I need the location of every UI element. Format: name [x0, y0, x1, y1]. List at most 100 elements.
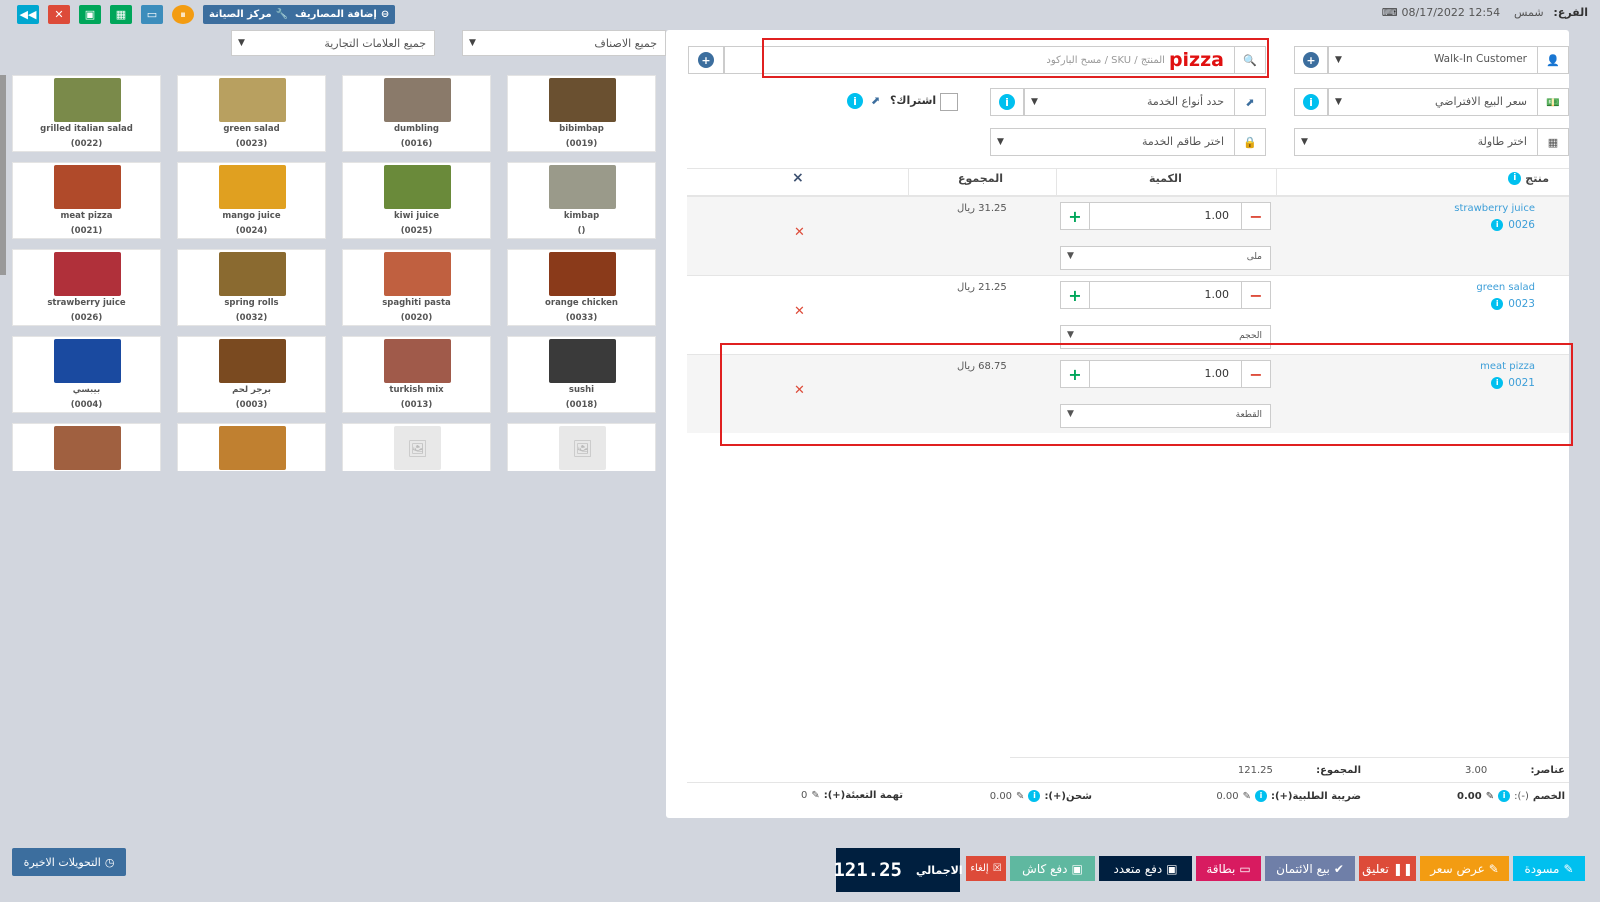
- product-card[interactable]: dumbling (0016): [342, 75, 491, 152]
- chevron-down-icon: ▼: [1067, 251, 1074, 261]
- brand-filter[interactable]: جميع العلامات التجارية ▼: [231, 30, 435, 56]
- draft-button[interactable]: ✎ مسودة: [1513, 856, 1585, 881]
- unit-select[interactable]: ملى ▼: [1060, 246, 1271, 270]
- decrease-qty-button[interactable]: −: [1242, 282, 1270, 308]
- price-group-info[interactable]: i: [1294, 88, 1328, 116]
- order-tax[interactable]: ضريبة الطلبية(+): i ✎ 0.00: [1216, 790, 1361, 802]
- packing-charge[interactable]: تهمة التعبئة(+): ✎ 0: [801, 790, 903, 801]
- product-card[interactable]: برجر لحم (0003): [177, 336, 326, 413]
- product-card[interactable]: orange chicken (0033): [507, 249, 656, 326]
- cash-button[interactable]: ▣ دفع كاش: [1010, 856, 1095, 881]
- decrease-qty-button[interactable]: −: [1242, 203, 1270, 229]
- edit-icon[interactable]: ✎: [1243, 791, 1251, 802]
- product-card[interactable]: kimbap (): [507, 162, 656, 239]
- product-card[interactable]: grilled italian salad (0022): [12, 75, 161, 152]
- credit-card-icon: ▭: [1239, 861, 1251, 876]
- price-group-select[interactable]: سعر البيع الافتراضي ▼: [1328, 88, 1538, 116]
- edit-icon[interactable]: ⬈: [871, 94, 880, 107]
- briefcase-icon[interactable]: ▣: [79, 5, 101, 24]
- quantity-stepper[interactable]: +1.00−: [1060, 281, 1271, 309]
- recent-transactions-button[interactable]: ◷ التحويلات الاخيرة: [12, 848, 126, 876]
- quantity-input[interactable]: 1.00: [1089, 203, 1242, 229]
- product-sku: (0022): [70, 139, 103, 149]
- table-select[interactable]: اختر طاولة ▼: [1294, 128, 1538, 156]
- info-icon[interactable]: i: [847, 93, 863, 109]
- back-icon[interactable]: ◀◀: [17, 5, 39, 24]
- scroll-indicator[interactable]: [0, 75, 6, 275]
- multiple-pay-button[interactable]: ▣ دفع متعدد: [1099, 856, 1192, 881]
- product-card[interactable]: spaghiti pasta (0020): [342, 249, 491, 326]
- product-card[interactable]: turkish mix (0013): [342, 336, 491, 413]
- product-sku: (0033): [565, 313, 598, 323]
- product-card[interactable]: spring rolls (0032): [177, 249, 326, 326]
- quantity-input[interactable]: 1.00: [1089, 282, 1242, 308]
- credit-sale-button[interactable]: ✔ بيع الائتمان: [1265, 856, 1355, 881]
- product-name: meat pizza: [60, 211, 113, 221]
- kimbap-photo: [549, 165, 616, 209]
- product-column-header: منتج i: [1508, 172, 1549, 185]
- shipping[interactable]: شحن(+): i ✎ 0.00: [990, 790, 1092, 802]
- window-icon[interactable]: ▭: [141, 5, 163, 24]
- pause-icon[interactable]: ⏸: [172, 5, 194, 24]
- category-filter[interactable]: جميع الاصناف ▼: [462, 30, 666, 56]
- image-placeholder-icon: 🖼: [394, 426, 441, 470]
- juice-photo: [219, 165, 286, 209]
- quantity-stepper[interactable]: +1.00−: [1060, 202, 1271, 230]
- close-icon[interactable]: ✕: [48, 5, 70, 24]
- increase-qty-button[interactable]: +: [1061, 282, 1089, 308]
- product-card[interactable]: بيبسي (0004): [12, 336, 161, 413]
- increase-qty-button[interactable]: +: [1061, 203, 1089, 229]
- product-card[interactable]: kiwi juice (0025): [342, 162, 491, 239]
- suspend-button[interactable]: ❚❚ تعليق: [1359, 856, 1416, 881]
- add-product-button[interactable]: +: [688, 46, 724, 74]
- clock-icon: ◷: [104, 855, 115, 869]
- customer-select[interactable]: Walk-In Customer ▼: [1328, 46, 1538, 74]
- product-card[interactable]: mango juice (0024): [177, 162, 326, 239]
- chevron-down-icon: ▼: [997, 137, 1004, 147]
- maintenance-center-button[interactable]: 🔧 مركز الصيانة: [203, 5, 295, 24]
- cart-product-name[interactable]: strawberry juice: [1454, 203, 1535, 214]
- product-card[interactable]: [177, 423, 326, 471]
- service-types-info[interactable]: i: [990, 88, 1024, 116]
- product-card[interactable]: 🖼: [342, 423, 491, 471]
- cart-product-name[interactable]: green salad: [1476, 282, 1535, 293]
- product-name: sushi: [568, 385, 595, 395]
- info-icon: i: [1498, 790, 1511, 802]
- edit-icon[interactable]: ✎: [811, 790, 819, 801]
- totals-divider: [1010, 757, 1569, 758]
- add-customer-button[interactable]: +: [1294, 46, 1328, 74]
- info-icon: i: [999, 94, 1015, 110]
- subscription-checkbox[interactable]: [940, 93, 958, 111]
- plus-circle-icon: +: [1303, 52, 1319, 68]
- service-staff-select[interactable]: اختر طاقم الخدمة ▼: [990, 128, 1235, 156]
- product-card[interactable]: bibimbap (0019): [507, 75, 656, 152]
- subtotal: المجموع: 121.25: [1237, 765, 1361, 776]
- add-expenses-button[interactable]: ⊖ إضافة المصاريف: [289, 5, 396, 24]
- remove-item-icon[interactable]: ✕: [794, 304, 805, 319]
- product-name: kiwi juice: [394, 211, 439, 221]
- chevron-down-icon: ▼: [1067, 330, 1074, 340]
- product-sku: (0003): [235, 400, 268, 410]
- product-card[interactable]: [12, 423, 161, 471]
- product-card[interactable]: meat pizza (0021): [12, 162, 161, 239]
- info-icon: i: [1508, 172, 1522, 185]
- product-card[interactable]: 🖼: [507, 423, 656, 471]
- card-button[interactable]: ▭ بطاقة: [1196, 856, 1261, 881]
- cancel-button[interactable]: ☒ إلغاء: [966, 856, 1006, 881]
- branch-label: الفرع:: [1553, 6, 1588, 19]
- chevron-down-icon: ▼: [1301, 137, 1308, 147]
- calculator-icon[interactable]: ▦: [110, 5, 132, 24]
- product-card[interactable]: strawberry juice (0026): [12, 249, 161, 326]
- quotation-button[interactable]: ✎ عرض سعر: [1420, 856, 1509, 881]
- branch-value: شمس: [1513, 6, 1544, 19]
- service-types-select[interactable]: حدد أنواع الخدمة ▼: [1024, 88, 1235, 116]
- product-sku: (0025): [400, 226, 433, 236]
- edit-icon[interactable]: ✎: [1016, 791, 1024, 802]
- remove-item-icon[interactable]: ✕: [794, 225, 805, 240]
- product-card[interactable]: green salad (0023): [177, 75, 326, 152]
- cart-product-sku: i 0026: [1491, 219, 1535, 231]
- edit-icon[interactable]: ✎: [1486, 791, 1494, 802]
- discount[interactable]: الخصم (-): i ✎ 0.00: [1457, 790, 1565, 802]
- product-card[interactable]: sushi (0018): [507, 336, 656, 413]
- chevron-down-icon: ▼: [469, 38, 476, 48]
